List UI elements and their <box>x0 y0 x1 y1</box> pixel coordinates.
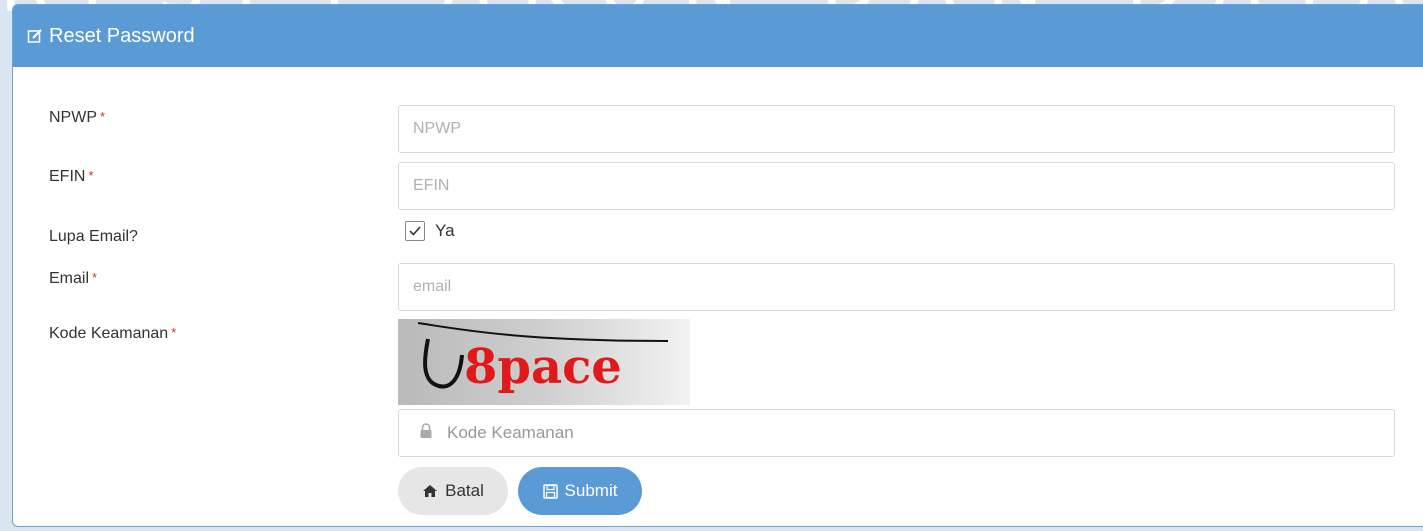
required-marker: * <box>100 109 106 124</box>
efin-label: EFIN * <box>49 168 94 186</box>
lock-icon <box>419 422 433 444</box>
npwp-label: NPWP * <box>49 109 105 127</box>
lupa-email-checkbox[interactable] <box>405 221 425 241</box>
kode-keamanan-label-text: Kode Keamanan <box>49 325 169 342</box>
npwp-input[interactable] <box>398 105 1395 153</box>
email-label: Email * <box>49 270 97 288</box>
captcha-text: 8pace <box>464 339 622 395</box>
lupa-email-option[interactable]: Ya <box>405 221 455 241</box>
required-marker: * <box>92 270 98 285</box>
kode-keamanan-field[interactable] <box>398 409 1395 457</box>
efin-input[interactable] <box>398 162 1395 210</box>
efin-label-text: EFIN <box>49 168 86 185</box>
reset-password-panel: Reset Password NPWP* EFIN* Lupa Email? Y… <box>12 4 1423 527</box>
edit-icon <box>27 28 43 44</box>
home-icon <box>422 484 438 498</box>
kode-keamanan-label: Kode Keamanan * <box>49 325 176 343</box>
lupa-email-label: Lupa Email? <box>49 228 138 245</box>
lupa-email-option-label: Ya <box>435 221 455 240</box>
required-marker: * <box>88 168 94 183</box>
batal-label: Batal <box>445 481 484 500</box>
save-icon <box>542 483 558 499</box>
submit-label: Submit <box>564 481 618 500</box>
panel-title: Reset Password <box>49 24 195 47</box>
batal-button[interactable]: Batal <box>398 467 508 515</box>
npwp-label-text: NPWP <box>49 109 97 126</box>
check-icon <box>409 226 421 236</box>
kode-keamanan-input[interactable] <box>445 422 1394 444</box>
email-input[interactable] <box>398 263 1395 311</box>
captcha-image: 8pace <box>398 319 690 405</box>
email-label-text: Email <box>49 270 90 287</box>
submit-button[interactable]: Submit <box>518 467 642 515</box>
panel-header: Reset Password <box>13 5 1423 67</box>
required-marker: * <box>171 325 177 340</box>
